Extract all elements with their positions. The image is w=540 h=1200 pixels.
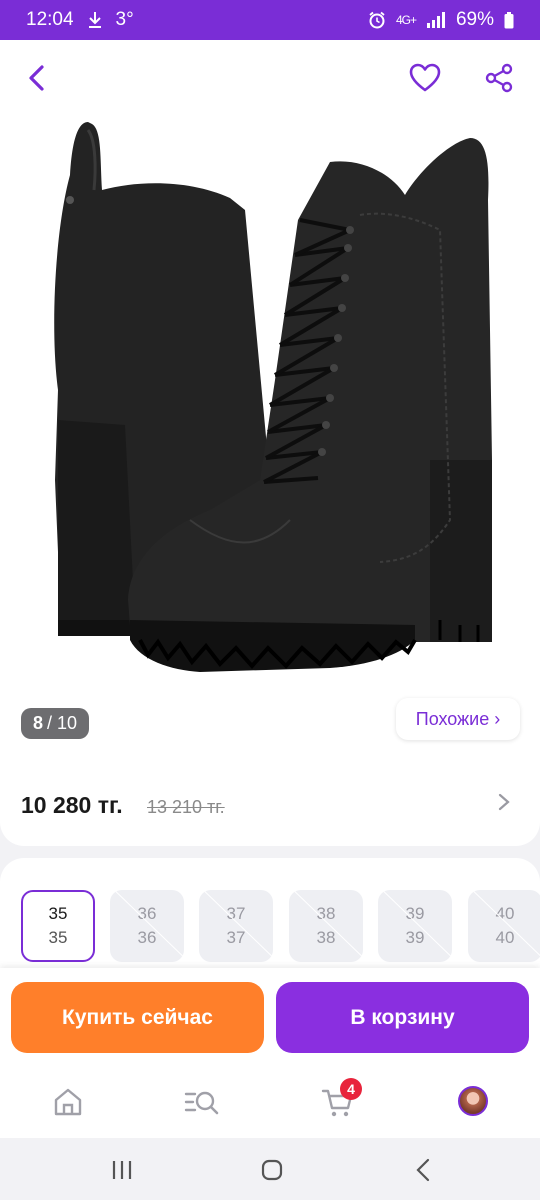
purchase-actions: Купить сейчас В корзину [0, 968, 540, 1066]
chevron-right-icon[interactable] [494, 790, 514, 814]
price-section[interactable]: 10 280 тг. 13 210 тг. [0, 760, 540, 846]
network-type: 4G+ [395, 13, 417, 27]
home-icon[interactable] [50, 1084, 86, 1120]
battery-percent: 69% [455, 9, 494, 30]
similar-products-button[interactable]: Похожие › [396, 698, 520, 740]
size-alt-label: 39 [405, 928, 425, 947]
size-option-39[interactable]: 39 39 [378, 890, 452, 962]
home-button-icon[interactable] [260, 1158, 284, 1182]
share-button[interactable] [484, 62, 514, 94]
current-price: 10 280 тг. [21, 792, 123, 818]
size-label: 39 [405, 904, 425, 923]
size-label: 36 [137, 904, 157, 923]
image-counter-total: / 10 [46, 713, 78, 733]
size-alt-label: 37 [226, 928, 246, 947]
size-alt-label: 36 [137, 928, 157, 947]
size-label: 40 [495, 904, 515, 923]
cart-count-badge: 4 [340, 1078, 362, 1100]
back-nav-icon[interactable] [412, 1158, 436, 1182]
size-label: 35 [48, 904, 68, 923]
bottom-tab-bar: 4 [0, 1066, 540, 1138]
recent-apps-icon[interactable] [110, 1158, 134, 1182]
status-bar: 12:04 3° 4G+ 69% [0, 0, 540, 40]
buy-now-button[interactable]: Купить сейчас [11, 982, 264, 1053]
favorite-button[interactable] [408, 62, 442, 94]
size-alt-label: 40 [495, 928, 515, 947]
size-label: 37 [226, 904, 246, 923]
size-option-37[interactable]: 37 37 [199, 890, 273, 962]
size-option-40[interactable]: 40 40 [468, 890, 540, 962]
back-button[interactable] [22, 62, 54, 94]
image-counter-current: 8 [32, 713, 43, 733]
share-icon [485, 63, 513, 93]
size-option-36[interactable]: 36 36 [110, 890, 184, 962]
size-label: 38 [316, 904, 336, 923]
download-arrow-icon [88, 12, 101, 28]
battery-icon [504, 11, 514, 28]
status-temperature: 3° [115, 9, 134, 30]
product-gallery[interactable]: 8 / 10 Похожие › [0, 40, 540, 760]
size-option-38[interactable]: 38 38 [289, 890, 363, 962]
profile-avatar[interactable] [458, 1086, 488, 1116]
product-image-boots [54, 122, 492, 672]
status-time: 12:04 [26, 9, 74, 30]
signal-icon [426, 12, 445, 28]
size-selector: 35 35 36 36 37 37 38 38 39 39 40 40 [0, 858, 540, 978]
catalog-search-icon[interactable] [184, 1084, 220, 1120]
size-alt-label: 38 [316, 928, 336, 947]
old-price: 13 210 тг. [147, 797, 225, 817]
chevron-left-icon [29, 65, 44, 91]
alarm-icon [369, 11, 385, 29]
image-counter: 8 / 10 [21, 708, 89, 739]
size-option-35[interactable]: 35 35 [21, 890, 95, 962]
size-alt-label: 35 [48, 928, 68, 947]
heart-icon [409, 63, 441, 92]
add-to-cart-button[interactable]: В корзину [276, 982, 529, 1053]
system-navigation-bar [0, 1138, 540, 1200]
